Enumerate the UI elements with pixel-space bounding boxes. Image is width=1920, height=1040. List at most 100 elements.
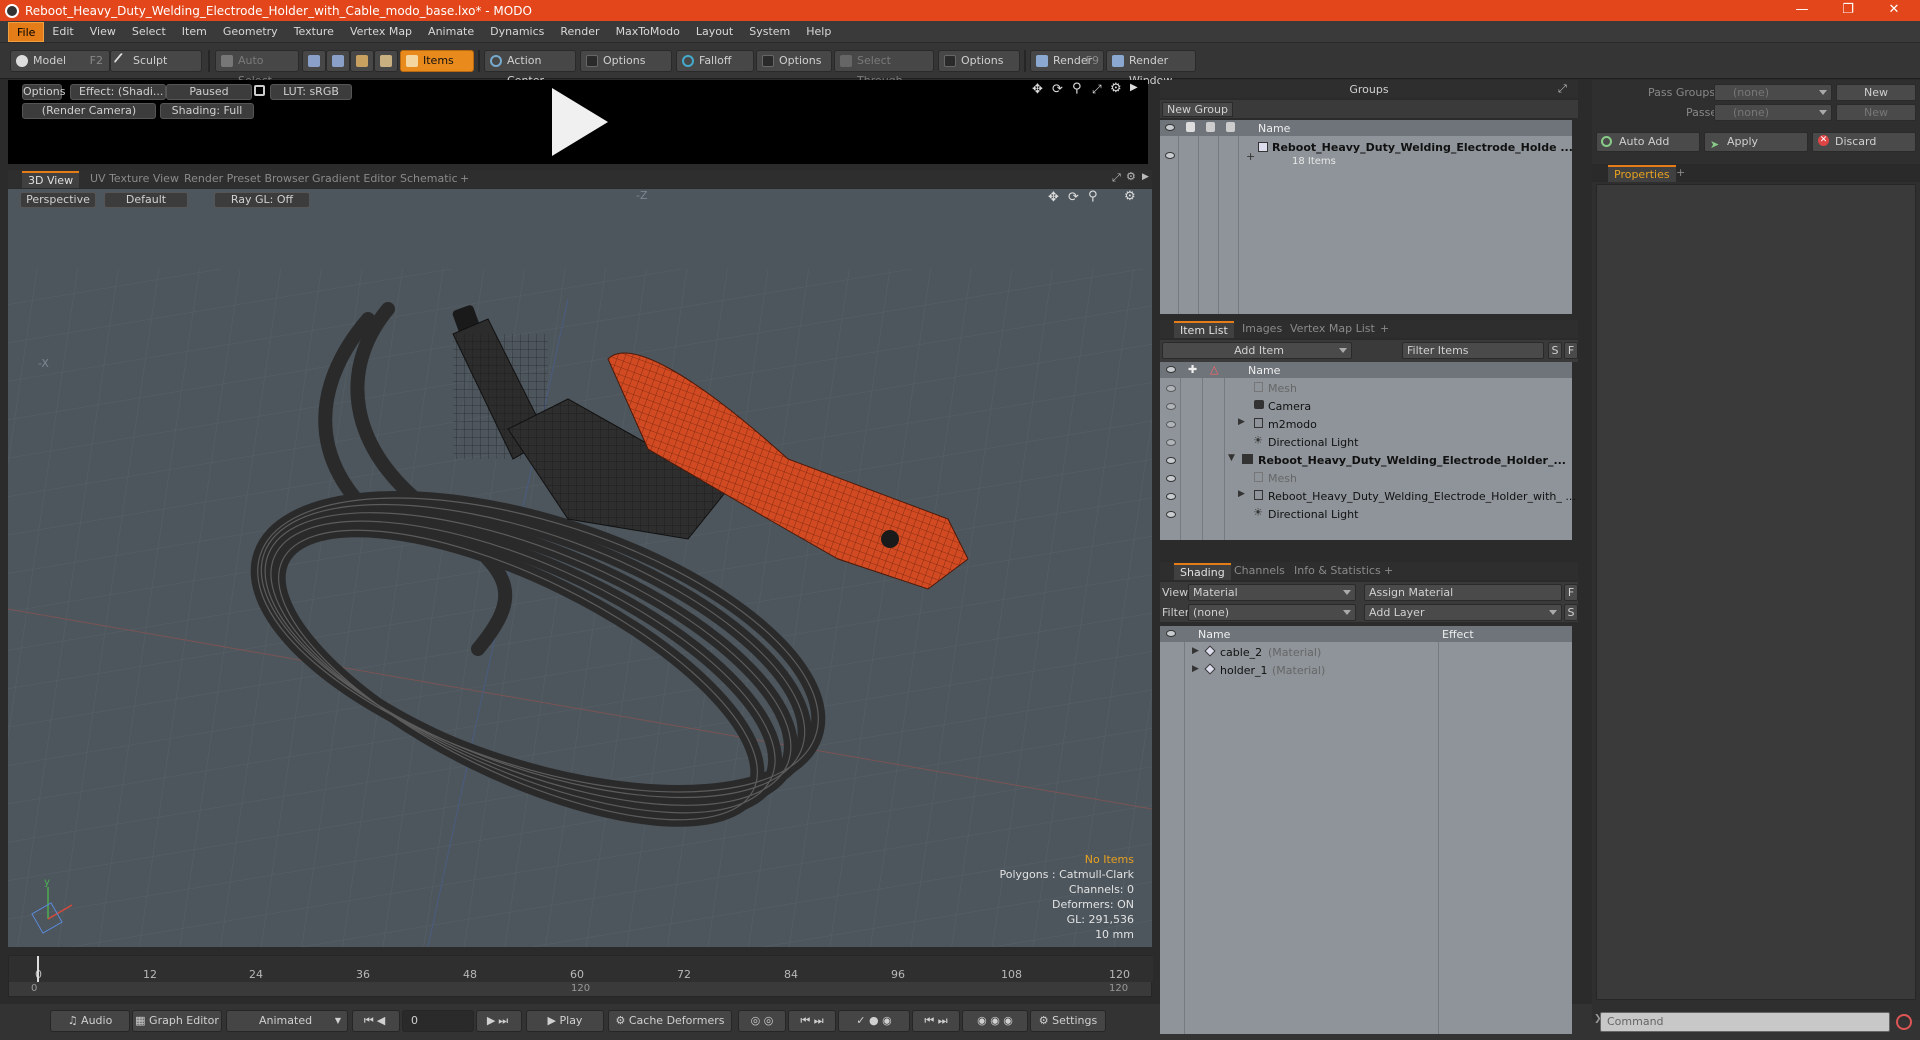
list-item[interactable]: Mesh	[1160, 470, 1572, 488]
action-center-options-button[interactable]: Options	[580, 50, 672, 72]
items-mode-button[interactable]: Items	[400, 50, 474, 72]
graph-editor-button[interactable]: ▦ Graph Editor	[132, 1010, 222, 1032]
add-shading-tab[interactable]: +	[1378, 563, 1399, 580]
expand-plus-icon[interactable]: +	[1246, 150, 1255, 163]
record-buttons[interactable]: ◉ ◉ ◉	[962, 1010, 1028, 1032]
tab-3d-view[interactable]: 3D View	[22, 171, 80, 188]
menu-geometry[interactable]: Geometry	[215, 22, 286, 42]
menu-layout[interactable]: Layout	[688, 22, 741, 42]
viewport-zoom-icon[interactable]: ⚲	[1088, 189, 1098, 204]
visibility-eye-icon[interactable]	[1166, 385, 1176, 392]
collapse-arrow-icon[interactable]: ▼	[1228, 453, 1235, 463]
play-button[interactable]: ▶ Play	[526, 1010, 604, 1032]
filter-items-input[interactable]: Filter Items	[1402, 342, 1544, 359]
vertices-mode-button[interactable]	[302, 50, 326, 72]
item-list-tree[interactable]: ✚ △ Name Mesh Camera ▶ m2modo ☀ Directio…	[1160, 362, 1576, 540]
cache-deformers-button[interactable]: ⚙ Cache Deformers	[608, 1010, 732, 1032]
new-pass-button[interactable]: New	[1836, 104, 1916, 121]
list-item[interactable]: ▶ m2modo	[1160, 416, 1572, 434]
add-tab-button[interactable]: +	[454, 171, 475, 188]
menu-texture[interactable]: Texture	[286, 22, 342, 42]
maximize-viewport-icon[interactable]: ⤢	[1112, 171, 1121, 185]
falloff-options-button[interactable]: Options	[756, 50, 832, 72]
shading-f-button[interactable]: F	[1564, 584, 1578, 601]
close-icon[interactable]: ✕	[1872, 0, 1916, 21]
render-button[interactable]: Render F9	[1030, 50, 1104, 72]
edges-mode-button[interactable]	[326, 50, 350, 72]
settings-button[interactable]: ⚙ Settings	[1030, 1010, 1106, 1032]
visibility-eye-icon[interactable]	[1166, 403, 1176, 410]
render-column-icon[interactable]: △	[1210, 363, 1218, 376]
viewport-settings-icon[interactable]: ⚙	[1124, 189, 1136, 204]
tab-item-list[interactable]: Item List	[1174, 321, 1234, 338]
groups-list[interactable]: Name + Reboot_Heavy_Duty_Welding_Electro…	[1160, 120, 1573, 314]
keyframe-tools-a[interactable]: ◎ ◎	[738, 1010, 786, 1032]
new-group-button[interactable]: New Group	[1162, 102, 1233, 117]
filter-f-button[interactable]: F	[1564, 342, 1578, 359]
discard-button[interactable]: ✕ Discard	[1812, 132, 1916, 152]
list-item[interactable]: ☀ Directional Light	[1160, 434, 1572, 452]
keyframe-buttons[interactable]: ✓ ● ◉	[838, 1010, 910, 1032]
visibility-eye-icon[interactable]	[1166, 475, 1176, 482]
add-layer-dropdown[interactable]: Add Layer	[1364, 604, 1562, 621]
perspective-dropdown[interactable]: Perspective	[20, 192, 96, 208]
maximize-icon[interactable]: ❐	[1826, 0, 1870, 21]
preview-lut-dropdown[interactable]: LUT: sRGB	[270, 84, 352, 100]
shading-s-button[interactable]: S	[1564, 604, 1578, 621]
move-icon[interactable]: ✥	[1032, 82, 1043, 97]
add-item-dropdown[interactable]: Add Item	[1162, 342, 1352, 359]
materials-mode-button[interactable]	[374, 50, 398, 72]
expand-arrow-icon[interactable]: ▶	[1192, 646, 1199, 656]
preview-shading-dropdown[interactable]: Shading: Full	[160, 103, 254, 119]
minimize-icon[interactable]: —	[1780, 0, 1824, 21]
groups-expand-icon[interactable]: ⤢	[1558, 82, 1567, 96]
select-through-button[interactable]: Select Through	[834, 50, 934, 87]
play-preview-icon[interactable]	[544, 84, 614, 160]
list-item[interactable]: Camera	[1160, 398, 1572, 416]
new-pass-group-button[interactable]: New	[1836, 84, 1916, 101]
shader-row[interactable]: ▶ cable_2 (Material)	[1160, 644, 1572, 662]
add-properties-tab[interactable]: +	[1670, 165, 1691, 182]
command-history-icon[interactable]	[1896, 1014, 1912, 1030]
visibility-eye-icon[interactable]	[1166, 630, 1176, 637]
pass-groups-dropdown[interactable]: (none)	[1714, 84, 1832, 101]
expand-arrow-icon[interactable]: ▶	[1238, 417, 1245, 427]
sculpt-mode-button[interactable]: Sculpt	[110, 50, 202, 72]
menu-animate[interactable]: Animate	[420, 22, 482, 42]
3d-viewport[interactable]: -X -Z y Perspective Default Ray GL: Off …	[8, 189, 1152, 947]
filter-dropdown[interactable]: (none)	[1188, 604, 1356, 621]
shader-tree[interactable]: Name Effect ▶ cable_2 (Material) ▶ holde…	[1160, 626, 1572, 1034]
tab-properties[interactable]: Properties	[1608, 165, 1676, 182]
frame-input[interactable]: 0	[402, 1010, 474, 1032]
viewport-arrow-icon[interactable]: ▶	[1142, 172, 1149, 182]
zoom-icon[interactable]: ⚲	[1072, 81, 1082, 96]
falloff-button[interactable]: Falloff	[676, 50, 754, 72]
menu-dynamics[interactable]: Dynamics	[482, 22, 552, 42]
lock-column-icon[interactable]: ✚	[1188, 363, 1197, 376]
transport-prev-buttons[interactable]: ⏮◀	[352, 1010, 400, 1032]
timeline[interactable]: 0 12 24 36 48 60 72 84 96 108 120 0 120 …	[8, 955, 1153, 997]
visibility-eye-icon[interactable]	[1165, 124, 1175, 131]
list-item[interactable]: ▼ Reboot_Heavy_Duty_Welding_Electrode_Ho…	[1160, 452, 1572, 470]
tab-images[interactable]: Images	[1236, 321, 1288, 338]
list-item[interactable]: ▶ Reboot_Heavy_Duty_Welding_Electrode_Ho…	[1160, 488, 1576, 506]
visibility-eye-icon[interactable]	[1166, 439, 1176, 446]
default-style-dropdown[interactable]: Default	[104, 192, 188, 208]
menu-item[interactable]: Item	[174, 22, 215, 42]
menu-vertex-map[interactable]: Vertex Map	[342, 22, 420, 42]
auto-select-button[interactable]: Auto Select	[215, 50, 299, 87]
assign-material-button[interactable]: Assign Material	[1364, 584, 1562, 601]
lock-toggle-icon[interactable]	[1206, 122, 1215, 132]
visibility-eye-icon[interactable]	[1166, 457, 1176, 464]
add-item-list-tab[interactable]: +	[1374, 321, 1395, 338]
visibility-eye-icon[interactable]	[1166, 421, 1176, 428]
audio-button[interactable]: ♫ Audio	[50, 1010, 130, 1032]
model-mode-button[interactable]: Model F2	[10, 50, 110, 72]
select-through-options-button[interactable]: Options	[938, 50, 1020, 72]
auto-add-button[interactable]: Auto Add	[1596, 132, 1700, 152]
tab-channels[interactable]: Channels	[1228, 563, 1291, 580]
action-center-button[interactable]: Action Center	[484, 50, 576, 87]
tab-vertex-map-list[interactable]: Vertex Map List	[1284, 321, 1381, 338]
preview-options-button[interactable]: Options	[22, 84, 65, 100]
raygl-dropdown[interactable]: Ray GL: Off	[214, 192, 310, 208]
